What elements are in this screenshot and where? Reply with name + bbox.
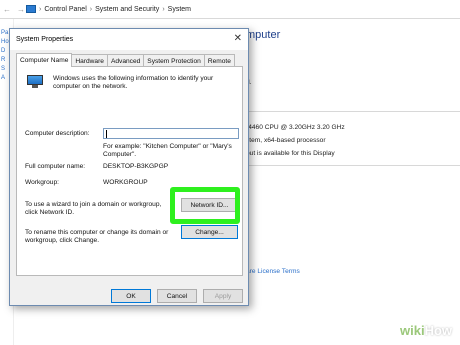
breadcrumb-separator: › bbox=[89, 5, 93, 13]
address-bar: ← → › Control Panel › System and Securit… bbox=[0, 0, 460, 19]
ok-button[interactable]: OK bbox=[111, 289, 151, 303]
network-id-text: To use a wizard to join a domain or work… bbox=[25, 201, 162, 216]
text-caret bbox=[106, 130, 107, 138]
close-icon[interactable]: ✕ bbox=[234, 33, 242, 44]
dialog-title: System Properties bbox=[16, 36, 74, 43]
system-heading: mputer bbox=[246, 29, 281, 41]
watermark-how: How bbox=[424, 323, 453, 338]
breadcrumb-system[interactable]: System bbox=[168, 6, 191, 13]
forward-arrow-icon[interactable]: → bbox=[17, 5, 25, 14]
back-arrow-icon[interactable]: ← bbox=[3, 5, 11, 14]
cancel-button[interactable]: Cancel bbox=[157, 289, 197, 303]
nav-buttons: ← → bbox=[0, 5, 26, 14]
change-button-highlight bbox=[170, 187, 240, 224]
intro-text: Windows uses the following information t… bbox=[53, 75, 214, 90]
wikihow-watermark: wikiHow bbox=[400, 323, 452, 338]
breadcrumb-control-panel[interactable]: Control Panel bbox=[44, 6, 86, 13]
divider bbox=[246, 111, 460, 112]
breadcrumb-separator: › bbox=[39, 5, 42, 13]
system-type-value: stem, x64-based processor bbox=[246, 137, 326, 144]
full-name-value: DESKTOP-B3KGPGP bbox=[103, 163, 169, 170]
full-name-label: Full computer name: bbox=[25, 163, 86, 170]
apply-button[interactable]: Apply bbox=[203, 289, 243, 303]
description-label: Computer description: bbox=[25, 130, 90, 137]
system-properties-dialog: System Properties ✕ Computer Name Hardwa… bbox=[9, 28, 249, 306]
rename-text: To rename this computer or change its do… bbox=[25, 229, 169, 244]
computer-name-panel: Windows uses the following information t… bbox=[16, 66, 243, 276]
divider bbox=[246, 165, 460, 166]
example-text: For example: "Kitchen Computer" or "Mary… bbox=[103, 143, 232, 158]
watermark-wiki: wiki bbox=[400, 323, 425, 338]
system-info: mputer d. -4460 CPU @ 3.20GHz 3.20 GHz s… bbox=[246, 19, 460, 345]
workgroup-value: WORKGROUP bbox=[103, 179, 148, 186]
breadcrumb-system-security[interactable]: System and Security bbox=[95, 6, 159, 13]
change-button[interactable]: Change... bbox=[181, 225, 238, 239]
dialog-titlebar[interactable]: System Properties ✕ bbox=[10, 29, 248, 50]
tab-computer-name[interactable]: Computer Name bbox=[16, 53, 73, 67]
processor-value: -4460 CPU @ 3.20GHz 3.20 GHz bbox=[246, 124, 345, 131]
computer-icon bbox=[26, 75, 44, 88]
license-terms-link[interactable]: are License Terms bbox=[246, 268, 300, 275]
computer-icon bbox=[26, 5, 36, 13]
pen-touch-value: put is available for this Display bbox=[246, 150, 335, 157]
workgroup-label: Workgroup: bbox=[25, 179, 59, 186]
breadcrumb-separator: › bbox=[162, 5, 165, 13]
computer-description-input[interactable] bbox=[103, 128, 239, 139]
